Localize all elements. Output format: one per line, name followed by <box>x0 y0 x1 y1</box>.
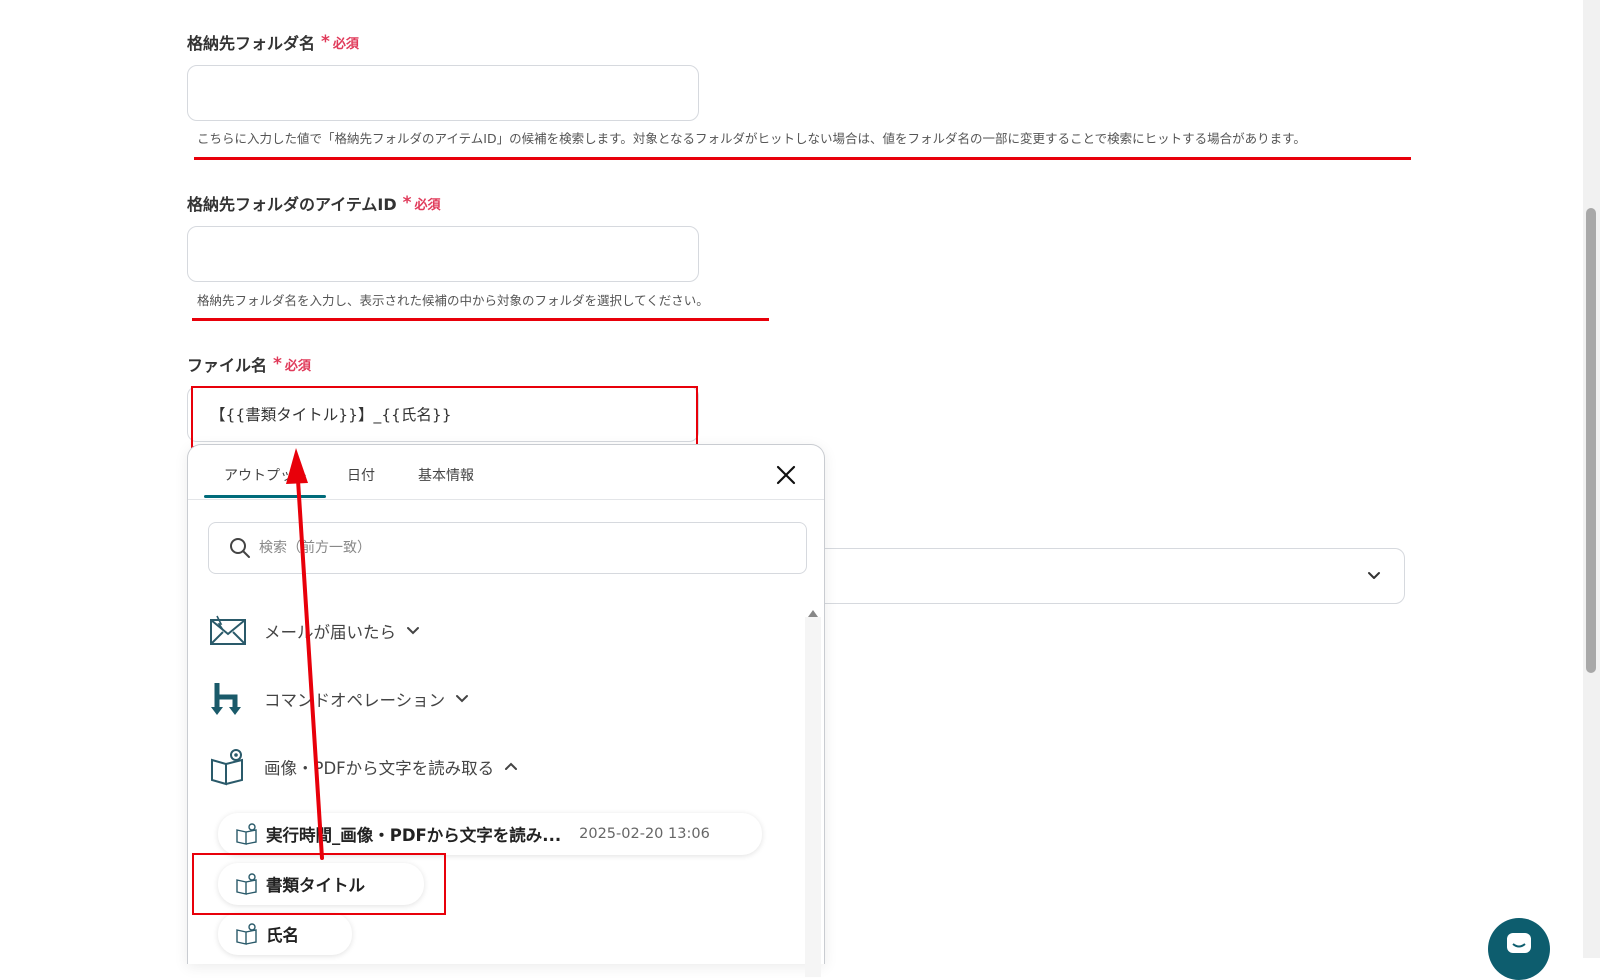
annotation-arrow <box>286 448 324 860</box>
chat-icon <box>1506 932 1532 960</box>
page-scrollbar-thumb[interactable] <box>1586 208 1596 673</box>
chat-widget-button[interactable] <box>1488 918 1550 980</box>
